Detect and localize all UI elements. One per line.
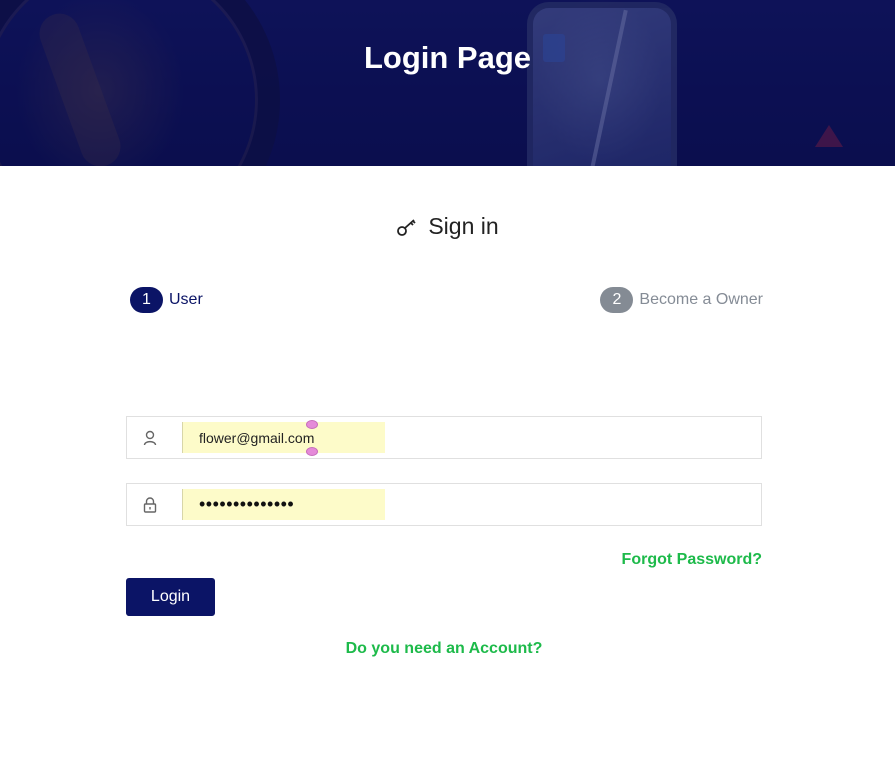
page-title: Login Page — [363, 40, 532, 75]
step-number: 2 — [600, 287, 634, 313]
user-icon — [141, 429, 159, 447]
banner-overlay — [0, 0, 895, 166]
forgot-password-link[interactable]: Forgot Password? — [622, 551, 762, 569]
login-button[interactable]: Login — [126, 578, 215, 616]
selection-handle-top[interactable] — [306, 420, 318, 429]
email-field-group: flower@gmail.com — [126, 416, 762, 459]
step-become-owner[interactable]: 2 Become a Owner — [600, 287, 763, 313]
lock-icon — [141, 496, 159, 514]
signup-link[interactable]: Do you need an Account? — [0, 640, 888, 658]
password-field-group: •••••••••••••• — [126, 483, 762, 526]
step-number: 1 — [130, 287, 163, 313]
password-input[interactable]: •••••••••••••• — [182, 489, 385, 520]
stepper: 1 User 2 Become a Owner — [130, 287, 763, 315]
header-banner: Login Page — [0, 0, 895, 166]
step-user[interactable]: 1 User — [130, 287, 203, 313]
step-label: User — [169, 291, 203, 308]
signin-title: Sign in — [428, 213, 499, 239]
key-icon — [396, 216, 418, 238]
step-label: Become a Owner — [639, 291, 763, 308]
signin-heading: Sign in — [0, 213, 895, 240]
email-input[interactable]: flower@gmail.com — [182, 422, 385, 453]
selection-handle-bottom[interactable] — [306, 447, 318, 456]
